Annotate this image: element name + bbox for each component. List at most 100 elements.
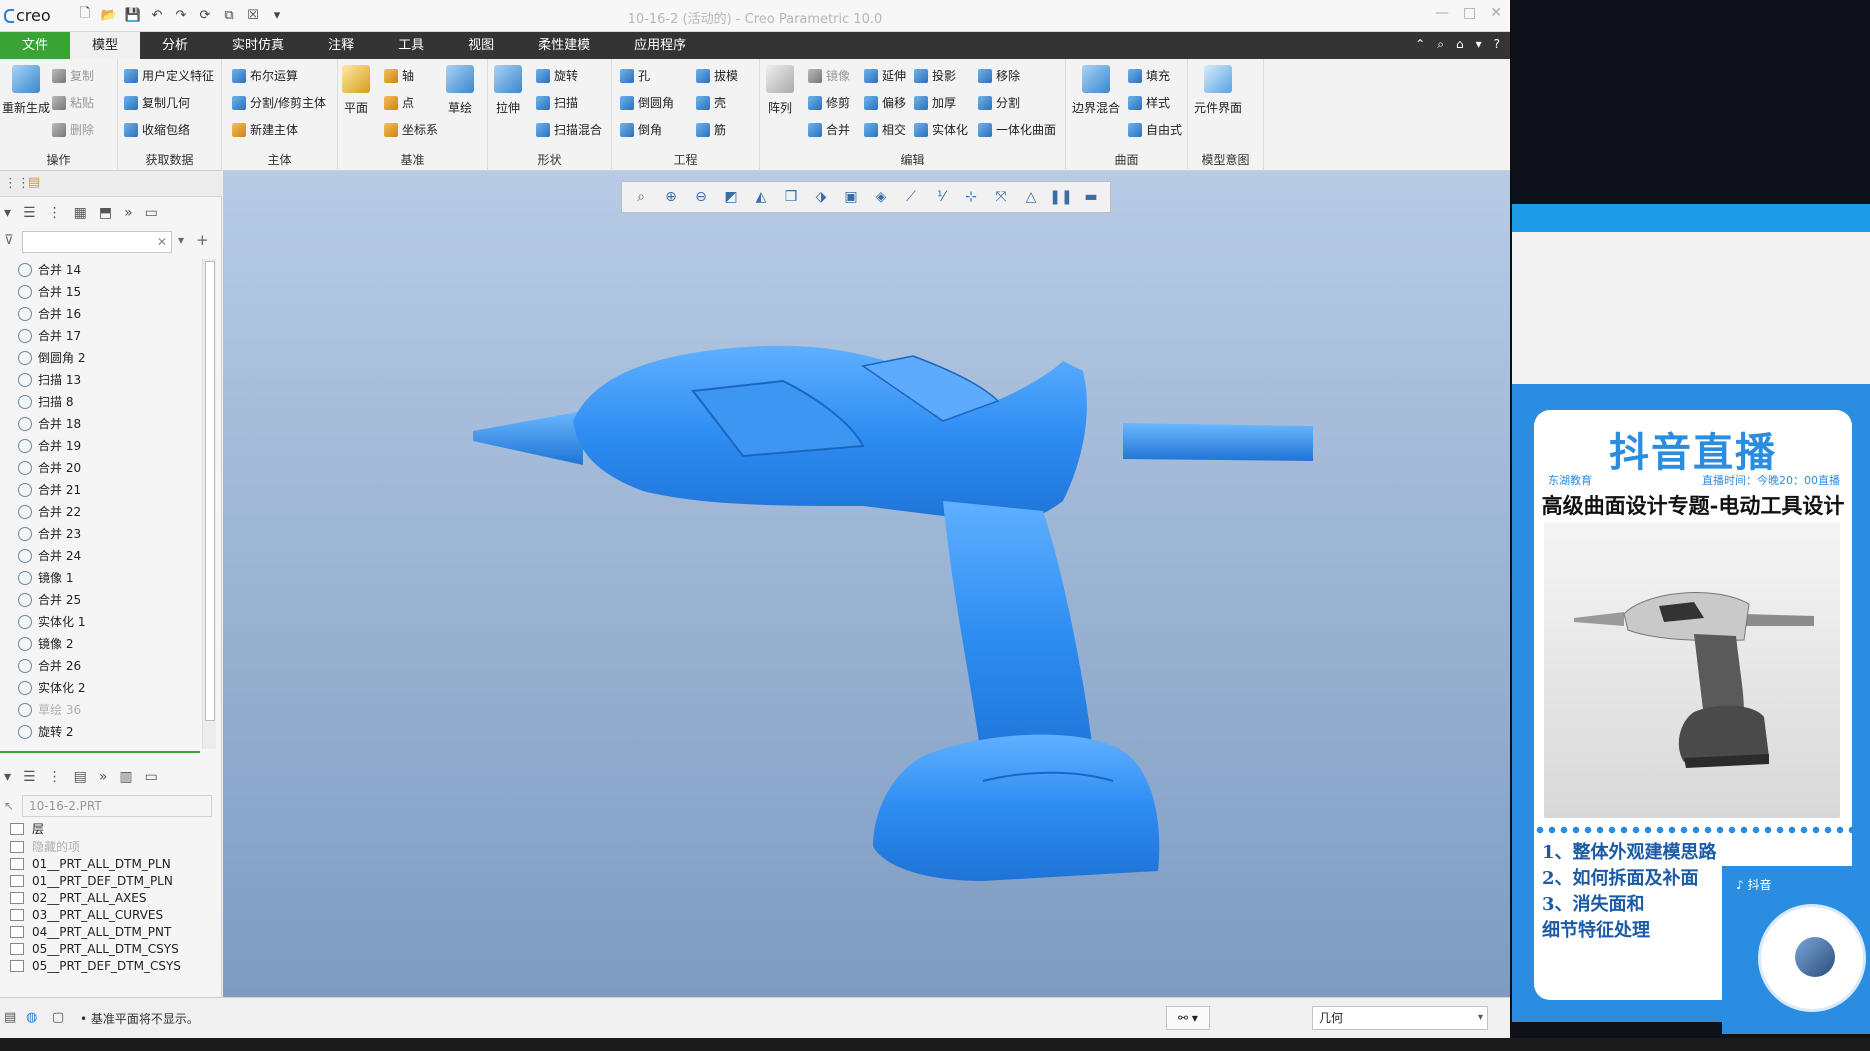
tree-item[interactable]: 镜像 1 bbox=[0, 567, 73, 589]
panel-toggle-icon[interactable]: ▤ bbox=[4, 1010, 16, 1025]
tree-item[interactable]: 倒圆角 2 bbox=[0, 347, 85, 369]
sketch-button[interactable]: 草绘 bbox=[446, 65, 474, 116]
tab-file[interactable]: 文件 bbox=[0, 32, 71, 59]
graphics-window[interactable]: ⌕ ⊕ ⊖ ◩ ◭ ❒ ⬗ ▣ ◈ ⟋ ⅟ ⊹ ⤧ △ ❚❚ ▬ bbox=[223, 171, 1510, 997]
search-icon[interactable]: ⌕ bbox=[1437, 37, 1444, 52]
qr-code[interactable] bbox=[1758, 904, 1866, 1012]
glue-gun-model[interactable] bbox=[223, 171, 1510, 997]
offset-button[interactable]: 偏移 bbox=[864, 94, 906, 111]
group-label-editing[interactable]: 编辑 bbox=[760, 151, 1065, 168]
layer-properties-icon[interactable]: ▥ bbox=[119, 769, 132, 785]
tree-item[interactable]: 扫描 8 bbox=[0, 391, 73, 413]
find-button[interactable]: ⚯ ▾ bbox=[1166, 1006, 1210, 1030]
group-label-body[interactable]: 主体 bbox=[222, 151, 337, 168]
selection-filter[interactable]: 几何 ▾ bbox=[1312, 1006, 1488, 1030]
boundary-blend-button[interactable]: 边界混合 bbox=[1072, 65, 1120, 116]
tree-columns-icon[interactable]: ⋮ bbox=[48, 205, 62, 221]
extrude-button[interactable]: 拉伸 bbox=[494, 65, 522, 116]
tree-item[interactable]: 镜像 2 bbox=[0, 633, 73, 655]
tree-item[interactable]: 合并 24 bbox=[0, 545, 81, 567]
tab-annotate[interactable]: 注释 bbox=[306, 32, 376, 59]
tab-analysis[interactable]: 分析 bbox=[140, 32, 210, 59]
point-button[interactable]: 点 bbox=[384, 94, 414, 111]
sweep-button[interactable]: 扫描 bbox=[536, 94, 578, 111]
add-item-icon[interactable]: + bbox=[196, 231, 209, 249]
round-button[interactable]: 倒圆角 bbox=[620, 94, 674, 111]
tab-tools[interactable]: 工具 bbox=[376, 32, 446, 59]
plane-button[interactable]: 平面 bbox=[342, 65, 370, 116]
search-options-icon[interactable]: ▾ bbox=[178, 233, 184, 247]
more-icon[interactable]: » bbox=[124, 205, 133, 221]
thicken-button[interactable]: 加厚 bbox=[914, 94, 956, 111]
chevron-down-icon[interactable]: ▾ bbox=[1476, 37, 1482, 52]
model-tree-tab-icon[interactable]: ⋮⋮ bbox=[4, 176, 30, 191]
tree-item[interactable]: 合并 25 bbox=[0, 589, 81, 611]
tree-item[interactable]: 合并 14 bbox=[0, 259, 81, 281]
tab-model[interactable]: 模型 bbox=[70, 32, 141, 59]
fill-button[interactable]: 填充 bbox=[1128, 67, 1170, 84]
mirror-button[interactable]: 镜像 bbox=[808, 67, 850, 84]
help-icon[interactable]: ? bbox=[1494, 37, 1500, 52]
scrollbar-thumb[interactable] bbox=[205, 261, 215, 721]
hole-button[interactable]: 孔 bbox=[620, 67, 650, 84]
tree-item[interactable]: 实体化 2 bbox=[0, 677, 85, 699]
layer-item[interactable]: 05__PRT_DEF_DTM_CSYS bbox=[0, 956, 181, 976]
tree-item[interactable]: 合并 26 bbox=[0, 655, 81, 677]
group-label-surfaces[interactable]: 曲面 bbox=[1066, 151, 1187, 168]
layer-view-icon[interactable]: ☰ bbox=[23, 769, 36, 785]
layer-dropdown-icon[interactable]: ▾ bbox=[4, 769, 11, 785]
tree-item[interactable]: 合并 15 bbox=[0, 281, 81, 303]
copy-geometry-button[interactable]: 复制几何 bbox=[124, 94, 190, 111]
group-label-model-intent[interactable]: 模型意图 bbox=[1188, 151, 1263, 168]
axis-button[interactable]: 轴 bbox=[384, 67, 414, 84]
folder-browser-tab-icon[interactable]: ▤ bbox=[28, 175, 40, 190]
remove-button[interactable]: 移除 bbox=[978, 67, 1020, 84]
chamfer-button[interactable]: 倒角 bbox=[620, 121, 662, 138]
tree-item[interactable]: 合并 19 bbox=[0, 435, 81, 457]
layer-header[interactable]: 层 bbox=[0, 819, 44, 839]
tree-item[interactable]: 合并 21 bbox=[0, 479, 81, 501]
tree-item[interactable]: 合并 23 bbox=[0, 523, 81, 545]
filter-icon[interactable]: ⊽ bbox=[4, 233, 14, 248]
component-interface-button[interactable]: 元件界面 bbox=[1194, 65, 1242, 116]
tree-item[interactable]: 扫描 13 bbox=[0, 369, 81, 391]
group-label-operations[interactable]: 操作 bbox=[0, 151, 117, 168]
model-tree-scrollbar[interactable] bbox=[202, 259, 216, 749]
layer-toggle-icon[interactable]: ▤ bbox=[74, 769, 87, 785]
notes-icon[interactable]: ▭ bbox=[145, 205, 158, 221]
tree-view-icon[interactable]: ☰ bbox=[23, 205, 36, 221]
udf-button[interactable]: 用户定义特征 bbox=[124, 67, 214, 84]
regenerate-button[interactable]: 重新生成 bbox=[2, 65, 50, 116]
paste-button[interactable]: 粘贴 bbox=[52, 94, 94, 111]
maximize-button[interactable]: □ bbox=[1463, 5, 1476, 21]
shell-button[interactable]: 壳 bbox=[696, 94, 726, 111]
swept-blend-button[interactable]: 扫描混合 bbox=[536, 121, 602, 138]
tree-filter-icon[interactable]: ⬒ bbox=[99, 205, 112, 221]
group-label-get-data[interactable]: 获取数据 bbox=[118, 151, 221, 168]
shrinkwrap-button[interactable]: 收缩包络 bbox=[124, 121, 190, 138]
more-icon[interactable]: » bbox=[99, 769, 108, 785]
split-button[interactable]: 分割 bbox=[978, 94, 1020, 111]
tab-flexible-modeling[interactable]: 柔性建模 bbox=[516, 32, 612, 59]
pattern-button[interactable]: 阵列 bbox=[766, 65, 794, 116]
fullscreen-icon[interactable]: ▢ bbox=[52, 1010, 64, 1025]
merge-button[interactable]: 合并 bbox=[808, 121, 850, 138]
tree-item[interactable]: 合并 20 bbox=[0, 457, 81, 479]
tab-live-simulation[interactable]: 实时仿真 bbox=[210, 32, 306, 59]
freestyle-button[interactable]: 自由式 bbox=[1128, 121, 1182, 138]
unify-surface-button[interactable]: 一体化曲面 bbox=[978, 121, 1056, 138]
style-button[interactable]: 样式 bbox=[1128, 94, 1170, 111]
tree-item[interactable]: 合并 18 bbox=[0, 413, 81, 435]
boolean-button[interactable]: 布尔运算 bbox=[232, 67, 298, 84]
tab-view[interactable]: 视图 bbox=[446, 32, 516, 59]
tab-applications[interactable]: 应用程序 bbox=[612, 32, 708, 59]
panel-divider[interactable] bbox=[0, 751, 200, 753]
minimize-button[interactable]: — bbox=[1435, 5, 1449, 21]
clear-search-icon[interactable]: ✕ bbox=[157, 235, 167, 249]
revolve-button[interactable]: 旋转 bbox=[536, 67, 578, 84]
layer-columns-icon[interactable]: ⋮ bbox=[48, 769, 62, 785]
close-button[interactable]: ✕ bbox=[1490, 5, 1502, 21]
notes-icon[interactable]: ▭ bbox=[145, 769, 158, 785]
tree-item[interactable]: 合并 17 bbox=[0, 325, 81, 347]
tree-item[interactable]: 实体化 1 bbox=[0, 611, 85, 633]
